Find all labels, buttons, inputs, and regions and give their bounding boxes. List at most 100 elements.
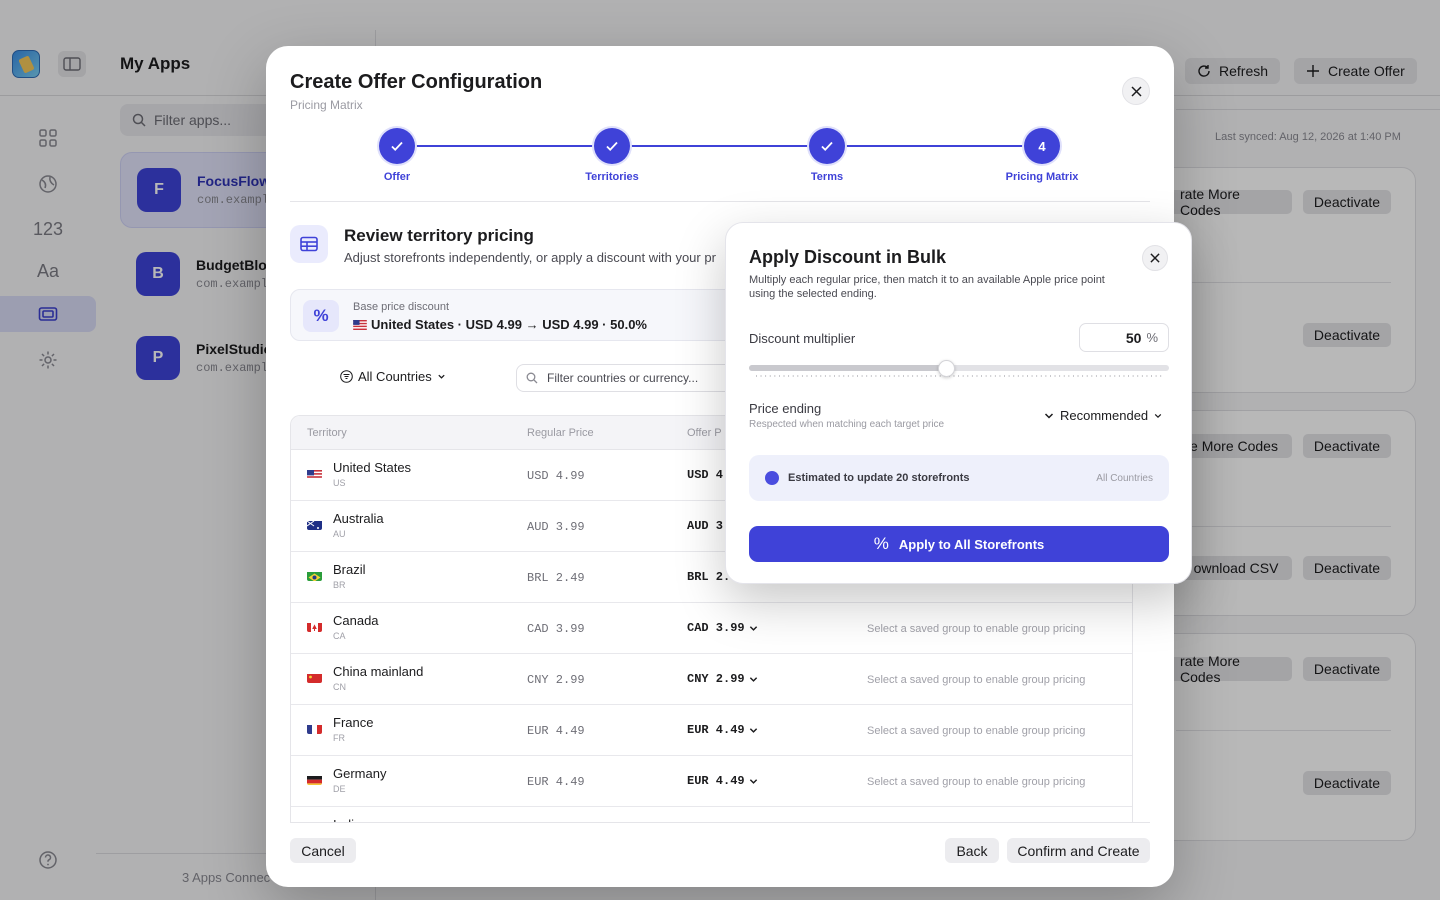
popover-title: Apply Discount in Bulk — [749, 247, 947, 267]
back-button[interactable]: Back — [945, 838, 999, 863]
popover-close-button[interactable] — [1142, 245, 1168, 271]
review-title: Review territory pricing — [344, 226, 534, 245]
territory-name: Germany — [333, 766, 387, 781]
base-price-text: United States · USD 4.99 → USD 4.99 · 50… — [371, 317, 647, 332]
chevron-down-icon — [749, 625, 757, 631]
modal-divider — [290, 201, 1150, 202]
territory-name: China mainland — [333, 664, 424, 679]
step-label: Offer — [383, 171, 411, 183]
chevron-down-icon — [749, 676, 757, 682]
offer-price-value: EUR 4.49 — [687, 774, 745, 788]
offer-price-value: CAD 3.99 — [687, 621, 745, 635]
multiplier-value: 50 — [1125, 329, 1142, 346]
regular-price: AUD 3.99 — [527, 520, 585, 534]
territory-code: FR — [333, 733, 345, 743]
offer-price-value: EUR 4.49 — [687, 723, 745, 737]
stepper-progress-line — [397, 145, 1042, 147]
check-icon — [606, 141, 618, 151]
territory-code: CN — [333, 682, 346, 692]
bulk-discount-popover: Apply Discount in Bulk Multiply each reg… — [725, 222, 1192, 584]
price-ending-value: Recommended — [1060, 408, 1149, 423]
table-row: IndiaIN — [291, 807, 1132, 823]
au-flag-icon — [307, 519, 322, 530]
territory-code: DE — [333, 784, 346, 794]
step-offer[interactable]: Offer — [337, 128, 457, 183]
base-price-value: United States · USD 4.99 → USD 4.99 · 50… — [353, 317, 647, 332]
filter-icon — [340, 370, 353, 383]
check-icon — [821, 141, 833, 151]
table-row: China mainland CN CNY 2.99 CNY 2.99 Select a… — [291, 654, 1132, 705]
territory-name: Canada — [333, 613, 379, 628]
offer-price-value: BRL 2. — [687, 570, 731, 584]
ca-flag-icon — [307, 621, 322, 632]
column-header-offer-price[interactable]: Offer P — [687, 427, 722, 439]
discount-multiplier-label: Discount multiplier — [749, 331, 856, 346]
close-icon — [1130, 85, 1142, 97]
offer-price-dropdown[interactable]: CAD 3.99 — [687, 621, 758, 635]
step-circle — [379, 128, 415, 164]
step-circle: 4 — [1024, 128, 1060, 164]
column-header-regular-price[interactable]: Regular Price — [527, 427, 594, 439]
offer-price-value: AUD 3. — [687, 519, 731, 533]
table-row: Canada CA CAD 3.99 CAD 3.99 Select a saved g… — [291, 603, 1132, 654]
estimate-banner: Estimated to update 20 storefronts All C… — [749, 455, 1169, 501]
us-flag-icon — [307, 468, 322, 479]
offer-price-dropdown[interactable]: CNY 2.99 — [687, 672, 758, 686]
estimate-text: Estimated to update 20 storefronts — [788, 472, 970, 484]
regular-price: EUR 4.49 — [527, 775, 585, 789]
regular-price: BRL 2.49 — [527, 571, 585, 585]
price-ending-label: Price ending — [749, 401, 822, 416]
table-row: Germany DE EUR 4.49 EUR 4.49 Select a saved … — [291, 756, 1132, 807]
percent-icon: % — [873, 534, 889, 553]
slider-tick-marks — [756, 375, 1164, 377]
cn-flag-icon — [307, 672, 322, 683]
offer-price-dropdown[interactable]: EUR 4.49 — [687, 723, 758, 737]
offer-price-dropdown[interactable]: BRL 2. — [687, 570, 730, 584]
table-icon — [290, 225, 328, 263]
offer-price-dropdown[interactable]: EUR 4.49 — [687, 774, 758, 788]
offer-price-value: USD 4. — [687, 468, 731, 482]
discount-slider-track[interactable] — [749, 365, 1169, 371]
territory-code: US — [333, 478, 346, 488]
price-ending-hint: Respected when matching each target pric… — [749, 419, 945, 430]
offer-price-dropdown[interactable]: USD 4. — [687, 468, 730, 482]
check-icon — [391, 141, 403, 151]
discount-multiplier-input[interactable]: 50 % — [1079, 323, 1169, 352]
footer-divider — [290, 822, 1150, 823]
step-pricing-matrix[interactable]: 4 Pricing Matrix — [982, 128, 1102, 183]
modal-subtitle: Pricing Matrix — [290, 98, 363, 112]
step-circle — [809, 128, 845, 164]
discount-slider-fill — [749, 365, 947, 371]
step-circle — [594, 128, 630, 164]
modal-close-button[interactable] — [1122, 77, 1150, 105]
country-select-label: All Countries — [358, 369, 432, 384]
br-flag-icon — [307, 570, 322, 581]
base-price-label: Base price discount — [353, 301, 449, 313]
group-pricing-hint: Select a saved group to enable group pri… — [867, 674, 1086, 686]
step-label: Terms — [810, 171, 844, 183]
chevron-down-icon — [438, 374, 445, 379]
review-subtitle: Adjust storefronts independently, or app… — [344, 250, 716, 265]
price-ending-dropdown[interactable]: Recommended — [1044, 408, 1162, 423]
regular-price: CNY 2.99 — [527, 673, 585, 687]
popover-description: Multiply each regular price, then match … — [749, 274, 1105, 300]
modal-title: Create Offer Configuration — [290, 71, 543, 93]
chevron-down-icon — [1154, 413, 1162, 418]
cancel-button[interactable]: Cancel — [290, 838, 356, 863]
offer-price-value: CNY 2.99 — [687, 672, 745, 686]
country-filter-dropdown[interactable]: All Countries — [340, 369, 446, 384]
multiplier-unit: % — [1146, 330, 1158, 345]
step-territories[interactable]: Territories — [552, 128, 672, 183]
confirm-and-create-button[interactable]: Confirm and Create — [1007, 838, 1150, 863]
offer-price-dropdown[interactable]: AUD 3. — [687, 519, 730, 533]
territory-name: Australia — [333, 511, 384, 526]
step-terms[interactable]: Terms — [767, 128, 887, 183]
country-search-placeholder: Filter countries or currency... — [547, 371, 699, 385]
chevron-down-icon — [1044, 412, 1054, 419]
search-icon — [526, 372, 538, 384]
country-search-input[interactable]: Filter countries or currency... — [516, 364, 736, 392]
group-pricing-hint: Select a saved group to enable group pri… — [867, 776, 1086, 788]
regular-price: EUR 4.49 — [527, 724, 585, 738]
column-header-territory[interactable]: Territory — [307, 427, 347, 439]
apply-to-all-storefronts-button[interactable]: % Apply to All Storefronts — [749, 526, 1169, 562]
